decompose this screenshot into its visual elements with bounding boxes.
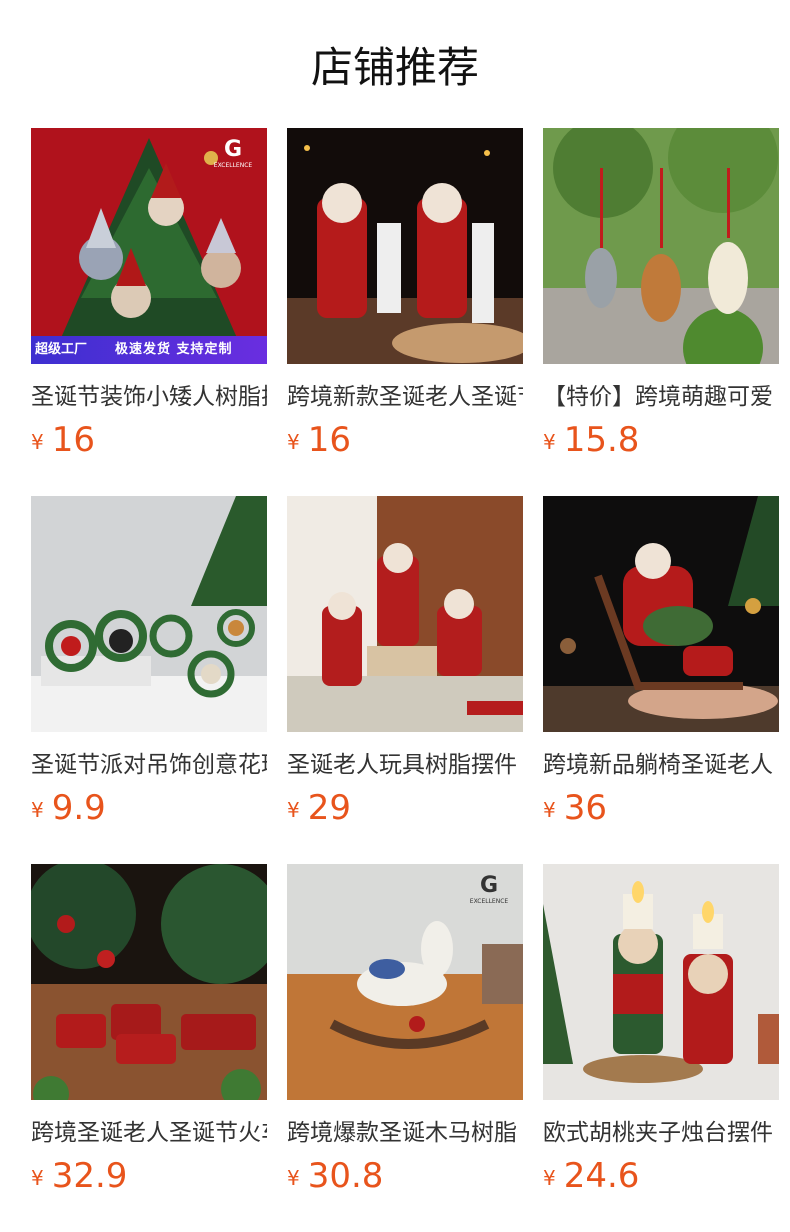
price-value: 9.9 [51, 788, 106, 828]
product-name[interactable]: 圣诞老人玩具树脂摆件 [287, 750, 523, 780]
product-card[interactable]: 圣诞老人玩具树脂摆件 ¥29 [287, 496, 523, 828]
product-price: ¥24.6 [543, 1156, 779, 1196]
badge-label-shipping: 极速发货 支持定制 [115, 342, 233, 357]
product-card[interactable]: G EXCELLENCE 跨境爆款圣诞木马树脂 ¥30.8 [287, 864, 523, 1196]
product-name[interactable]: 圣诞节装饰小矮人树脂挂件 [31, 382, 267, 412]
currency-symbol: ¥ [287, 798, 300, 822]
price-value: 32.9 [51, 1156, 128, 1196]
price-value: 16 [307, 420, 351, 460]
product-image[interactable] [543, 128, 779, 364]
product-card[interactable]: G EXCELLENCE 超级工厂 极速发货 支持定制 圣诞节装饰小矮人树脂挂件… [31, 128, 267, 460]
currency-symbol: ¥ [31, 1166, 44, 1190]
product-image[interactable]: G EXCELLENCE [287, 864, 523, 1100]
brand-logo: G EXCELLENCE [213, 137, 253, 170]
currency-symbol: ¥ [287, 1166, 300, 1190]
product-price: ¥32.9 [31, 1156, 267, 1196]
product-price: ¥16 [31, 420, 267, 460]
product-image[interactable]: G EXCELLENCE 超级工厂 极速发货 支持定制 [31, 128, 267, 364]
product-name[interactable]: 圣诞节派对吊饰创意花环 [31, 750, 267, 780]
product-card[interactable]: 跨境圣诞老人圣诞节火车 ¥32.9 [31, 864, 267, 1196]
product-name[interactable]: 跨境爆款圣诞木马树脂 [287, 1118, 523, 1148]
product-image[interactable] [31, 496, 267, 732]
product-image[interactable] [543, 864, 779, 1100]
price-value: 29 [307, 788, 351, 828]
product-price: ¥36 [543, 788, 779, 828]
product-card[interactable]: 跨境新款圣诞老人圣诞节 ¥16 [287, 128, 523, 460]
product-image[interactable] [31, 864, 267, 1100]
currency-symbol: ¥ [543, 1166, 556, 1190]
price-value: 36 [563, 788, 607, 828]
currency-symbol: ¥ [287, 430, 300, 454]
product-card[interactable]: 圣诞节派对吊饰创意花环 ¥9.9 [31, 496, 267, 828]
product-price: ¥29 [287, 788, 523, 828]
brand-logo: G EXCELLENCE [469, 873, 509, 906]
product-name[interactable]: 跨境圣诞老人圣诞节火车 [31, 1118, 267, 1148]
promo-badge: 超级工厂 极速发货 支持定制 [31, 336, 267, 364]
currency-symbol: ¥ [543, 430, 556, 454]
currency-symbol: ¥ [31, 798, 44, 822]
product-image[interactable] [543, 496, 779, 732]
product-name[interactable]: 【特价】跨境萌趣可爱 [543, 382, 779, 412]
badge-label-factory: 超级工厂 [35, 342, 88, 357]
product-price: ¥15.8 [543, 420, 779, 460]
currency-symbol: ¥ [31, 430, 44, 454]
product-price: ¥9.9 [31, 788, 267, 828]
price-value: 30.8 [307, 1156, 384, 1196]
product-price: ¥16 [287, 420, 523, 460]
product-image[interactable] [287, 128, 523, 364]
price-value: 24.6 [563, 1156, 640, 1196]
product-name[interactable]: 欧式胡桃夹子烛台摆件 [543, 1118, 779, 1148]
product-name[interactable]: 跨境新款圣诞老人圣诞节 [287, 382, 523, 412]
price-value: 16 [51, 420, 95, 460]
product-price: ¥30.8 [287, 1156, 523, 1196]
currency-symbol: ¥ [543, 798, 556, 822]
product-image[interactable] [287, 496, 523, 732]
product-card[interactable]: 【特价】跨境萌趣可爱 ¥15.8 [543, 128, 779, 460]
price-value: 15.8 [563, 420, 640, 460]
product-card[interactable]: 欧式胡桃夹子烛台摆件 ¥24.6 [543, 864, 779, 1196]
page-title: 店铺推荐 [310, 43, 479, 92]
product-card[interactable]: 跨境新品躺椅圣诞老人 ¥36 [543, 496, 779, 828]
product-name[interactable]: 跨境新品躺椅圣诞老人 [543, 750, 779, 780]
